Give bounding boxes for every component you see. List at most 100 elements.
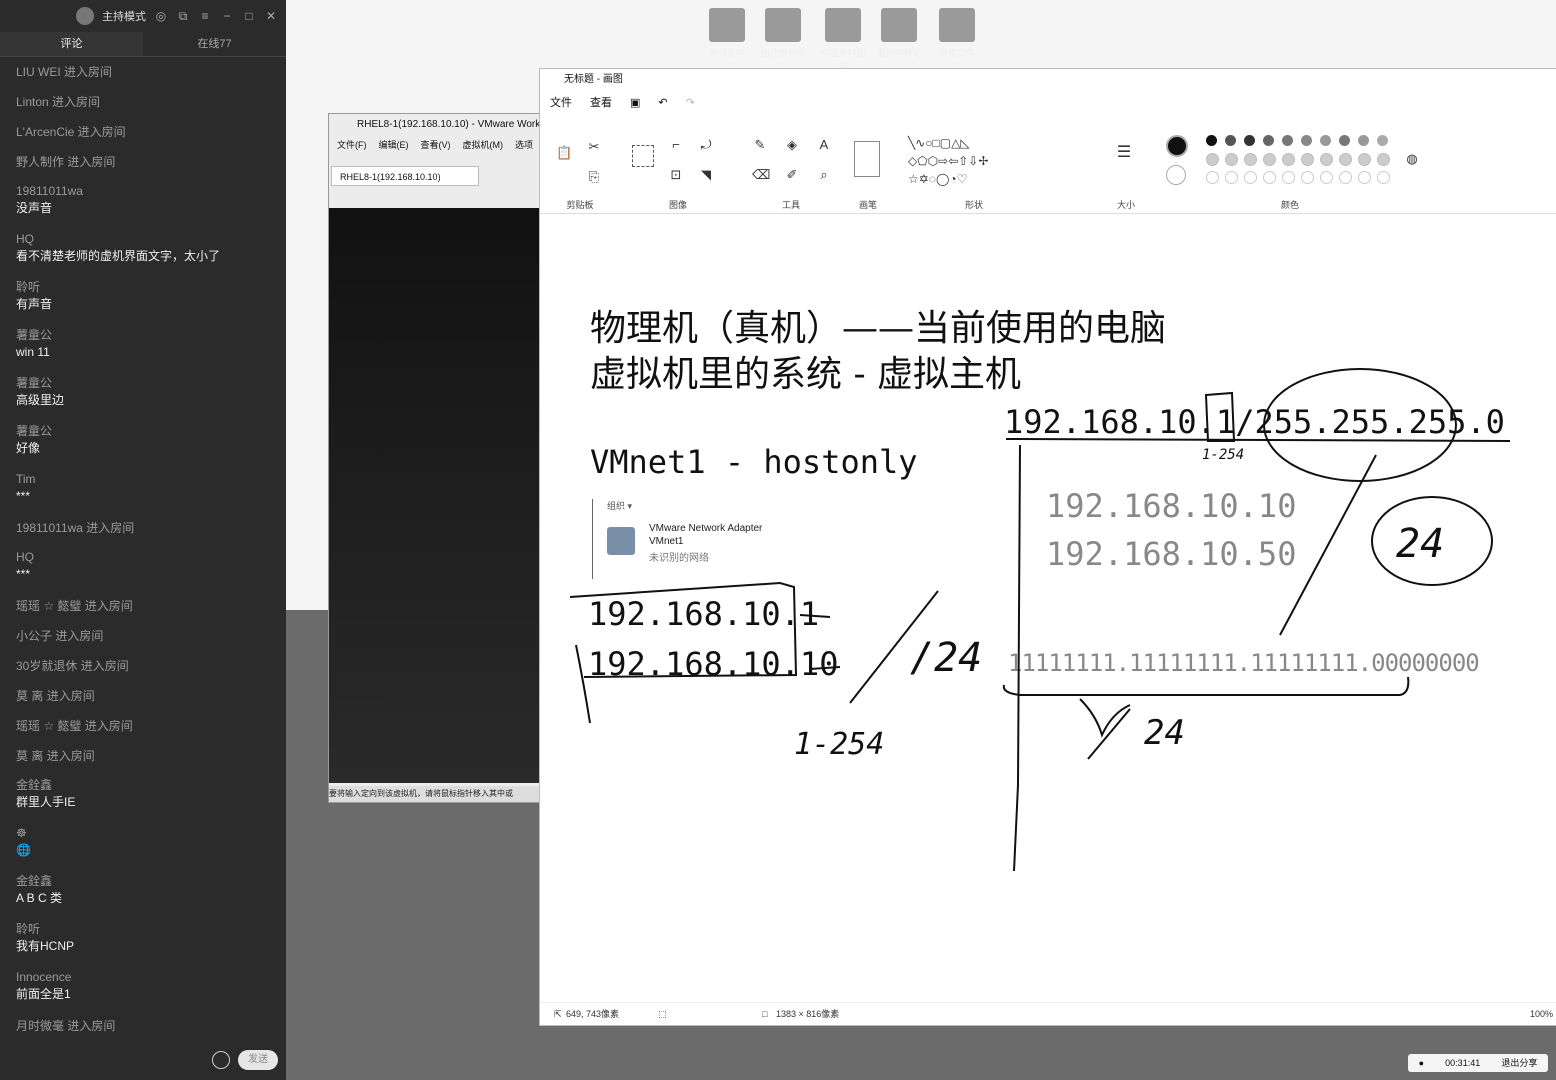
- undo-icon[interactable]: ↶: [658, 91, 667, 115]
- color-swatch[interactable]: [1225, 171, 1238, 184]
- fill-icon[interactable]: ◈: [784, 137, 800, 153]
- color-swatch[interactable]: [1225, 135, 1236, 146]
- edit-colors-icon[interactable]: ◍: [1404, 151, 1420, 167]
- desktop-icon[interactable]: 新建文件: [934, 8, 980, 66]
- color-swatch[interactable]: [1206, 171, 1219, 184]
- color-swatch[interactable]: [1263, 171, 1276, 184]
- color-swatch[interactable]: [1225, 153, 1238, 166]
- redo-icon[interactable]: ↷: [686, 91, 695, 115]
- group-label: 工具: [781, 200, 800, 210]
- chat-text: 好像: [16, 441, 41, 455]
- resize-icon[interactable]: ⊡: [668, 167, 684, 183]
- save-icon[interactable]: ▣: [630, 91, 640, 115]
- shapes-icon[interactable]: ☆✡◌◯◔♡: [908, 171, 1038, 187]
- chat-message: 莫 离 进入房间: [16, 681, 278, 711]
- color-swatch[interactable]: [1282, 153, 1295, 166]
- color-swatch[interactable]: [1358, 153, 1371, 166]
- color-swatch[interactable]: [1206, 153, 1219, 166]
- color2-icon[interactable]: [1166, 165, 1186, 185]
- select-icon[interactable]: [632, 145, 654, 167]
- chat-join-text: 瑶瑶 ☆ 懿璧 进入房间: [16, 711, 278, 741]
- color-swatch[interactable]: [1339, 171, 1352, 184]
- maximize-icon[interactable]: □: [242, 9, 256, 23]
- avatar[interactable]: [76, 7, 94, 25]
- color-swatch[interactable]: [1339, 153, 1352, 166]
- paste-icon[interactable]: 📋: [556, 145, 572, 161]
- rotate-icon[interactable]: ⤾: [698, 137, 714, 153]
- crop-icon[interactable]: ⌐: [668, 137, 684, 153]
- pencil-icon[interactable]: ✎: [752, 137, 768, 153]
- vm-menu-edit[interactable]: 编辑(E): [379, 136, 409, 154]
- color-swatch[interactable]: [1244, 153, 1257, 166]
- shapes-icon[interactable]: ◇⬠⬡⇨⇦⇧⇩✢: [908, 153, 1038, 169]
- vm-menu-file[interactable]: 文件(F): [337, 136, 367, 154]
- exit-share-button[interactable]: 退出分享: [1501, 1054, 1537, 1072]
- send-button[interactable]: 发送: [238, 1050, 278, 1070]
- color-swatch[interactable]: [1263, 135, 1274, 146]
- emoji-icon[interactable]: [212, 1051, 230, 1069]
- group-label: 画笔: [858, 200, 877, 210]
- color-swatch[interactable]: [1377, 135, 1388, 146]
- chat-message: 瑶瑶 ☆ 懿璧 进入房间: [16, 711, 278, 741]
- mask-circle: [1263, 368, 1457, 482]
- color-swatch[interactable]: [1301, 171, 1314, 184]
- vm-tab[interactable]: RHEL8-1(192.168.10.10): [331, 166, 479, 186]
- color-swatch[interactable]: [1206, 135, 1217, 146]
- color-swatch[interactable]: [1320, 153, 1333, 166]
- dash-stroke: [799, 614, 831, 618]
- desktop-icon[interactable]: 图片素材库: [760, 8, 806, 66]
- color-swatch[interactable]: [1358, 171, 1371, 184]
- menu-view[interactable]: 查看: [590, 91, 612, 115]
- color-swatch[interactable]: [1320, 171, 1333, 184]
- color-swatch[interactable]: [1320, 135, 1331, 146]
- menu-file[interactable]: 文件: [550, 91, 572, 115]
- color-swatch[interactable]: [1301, 135, 1312, 146]
- popout-icon[interactable]: ⧉: [176, 9, 190, 23]
- color-swatch[interactable]: [1301, 153, 1314, 166]
- color-swatch[interactable]: [1377, 171, 1390, 184]
- group-label: 形状: [964, 200, 983, 210]
- tab-comments[interactable]: 评论: [0, 32, 143, 56]
- color-swatch[interactable]: [1244, 135, 1255, 146]
- cut-icon[interactable]: ✂: [586, 139, 602, 155]
- minimize-icon[interactable]: −: [220, 9, 234, 23]
- close-icon[interactable]: ✕: [264, 9, 278, 23]
- menu-icon[interactable]: ≡: [198, 9, 212, 23]
- folder-icon: [765, 8, 801, 42]
- vm-menu-view[interactable]: 查看(V): [421, 136, 451, 154]
- paint-canvas[interactable]: 物理机（真机）——当前使用的电脑 虚拟机里的系统 - 虚拟主机 VMnet1 -…: [540, 215, 1556, 1001]
- desktop-icon[interactable]: 图片中转站: [876, 8, 922, 66]
- chat-message: 金銓鑫 A B C 类: [16, 867, 278, 915]
- desktop-icon[interactable]: 中国素材图片: [820, 8, 866, 71]
- group-label: 颜色: [1280, 200, 1299, 210]
- color-picker-icon[interactable]: ✐: [784, 167, 800, 183]
- color-swatch[interactable]: [1339, 135, 1350, 146]
- pen-strokes: [569, 368, 1511, 872]
- color-swatch[interactable]: [1358, 135, 1369, 146]
- size-icon[interactable]: ☰: [1116, 145, 1132, 161]
- vm-menu-options[interactable]: 选项: [515, 136, 533, 154]
- chat-header: 主持模式 ◎ ⧉ ≡ − □ ✕: [0, 0, 286, 32]
- color-swatch[interactable]: [1244, 171, 1257, 184]
- tab-online[interactable]: 在线77: [143, 32, 286, 56]
- color1-icon[interactable]: [1166, 135, 1188, 157]
- color-swatch[interactable]: [1282, 171, 1295, 184]
- color-swatch[interactable]: [1377, 153, 1390, 166]
- brush-icon[interactable]: [854, 141, 880, 177]
- flip-icon[interactable]: ◥: [698, 167, 714, 183]
- desktop-icon[interactable]: 学习资料: [704, 8, 750, 66]
- vm-menu-vm[interactable]: 虚拟机(M): [463, 136, 504, 154]
- vm-console[interactable]: [329, 208, 539, 783]
- eraser-icon[interactable]: ⌫: [752, 167, 770, 183]
- chat-username: 月时微毫: [16, 1019, 65, 1033]
- chat-message-list[interactable]: LIU WEI 进入房间 Linton 进入房间 L'ArcenCie 进入房间 野人…: [16, 57, 278, 1040]
- color-swatch[interactable]: [1263, 153, 1276, 166]
- zoom-level[interactable]: 100%: [1530, 1003, 1553, 1025]
- shapes-icon[interactable]: ╲∿○□▢△◺: [908, 135, 1038, 151]
- magnifier-icon[interactable]: ⌕: [816, 167, 832, 183]
- settings-icon[interactable]: ◎: [154, 9, 168, 23]
- copy-icon[interactable]: ⎘: [586, 169, 602, 185]
- color-swatch[interactable]: [1282, 135, 1293, 146]
- text-icon[interactable]: A: [816, 137, 832, 153]
- vm-status-bar: 要将输入定向到该虚拟机，请将鼠标指针移入其中或: [329, 786, 539, 802]
